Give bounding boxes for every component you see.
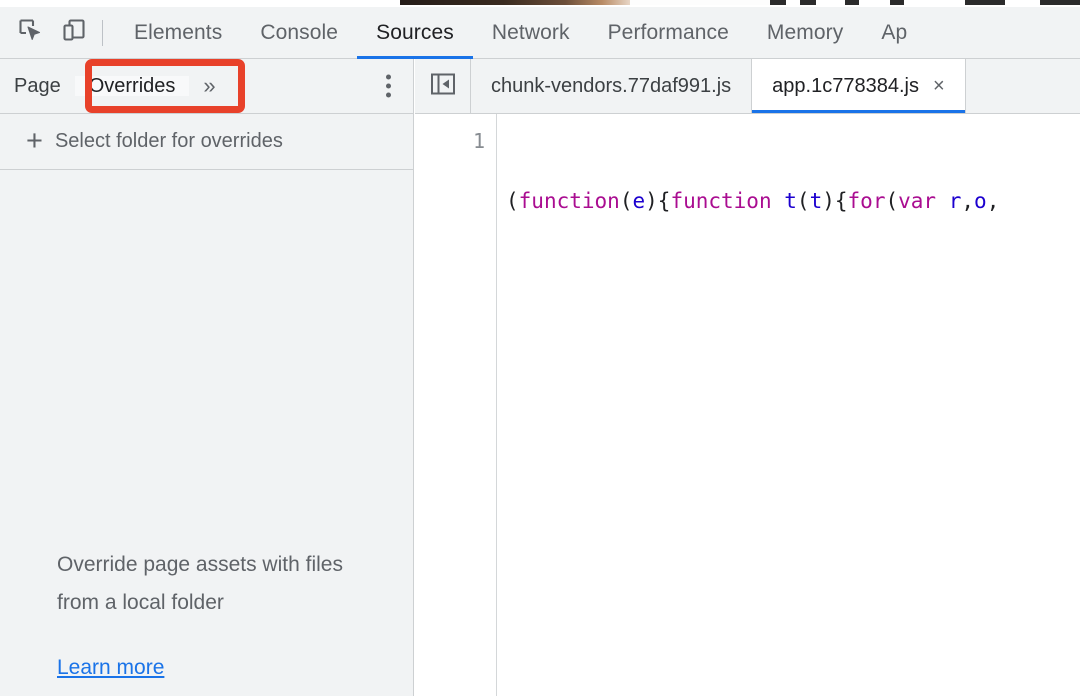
code-content[interactable]: (function(e){function t(t){for(var r,o,: [497, 114, 1080, 696]
code-token: function: [518, 189, 620, 213]
code-token: (: [506, 189, 519, 213]
inspect-cursor-icon: [17, 17, 43, 48]
code-token: {: [834, 189, 848, 213]
show-navigator-icon: [430, 72, 456, 101]
line-number-gutter: 1: [415, 114, 497, 696]
devtools-window: Elements Console Sources Network Perform…: [0, 0, 1080, 696]
code-token: function: [670, 189, 772, 213]
select-folder-label: Select folder for overrides: [54, 130, 283, 152]
tab-label: Performance: [607, 20, 729, 44]
code-token: o: [974, 189, 987, 213]
sidebar-tab-label: Page: [14, 75, 61, 97]
line-number: 1: [472, 129, 485, 153]
code-token: ): [822, 189, 835, 213]
sidebar-tab-page[interactable]: Page: [0, 76, 75, 96]
code-token: ,: [961, 189, 975, 213]
show-navigator-button[interactable]: [415, 59, 471, 113]
page-sliver-block: [770, 0, 786, 5]
editor-tab-label: app.1c778384.js: [772, 74, 919, 97]
toggle-device-toolbar-button[interactable]: [52, 11, 96, 55]
tab-memory[interactable]: Memory: [748, 7, 862, 59]
code-token: ): [645, 189, 658, 213]
sidebar-tab-label: Overrides: [88, 75, 176, 97]
tab-sources[interactable]: Sources: [357, 7, 473, 59]
tab-application[interactable]: Ap: [862, 7, 926, 59]
code-token: {: [657, 189, 671, 213]
plus-icon: +: [26, 125, 43, 157]
code-token: (: [619, 189, 633, 213]
editor-tabstrip: chunk-vendors.77daf991.js app.1c778384.j…: [415, 59, 1080, 114]
empty-state-message: Override page assets with files from a l…: [57, 553, 343, 614]
tab-label: Ap: [881, 20, 908, 44]
more-options-icon[interactable]: [386, 74, 391, 98]
devtools-main-toolbar: Elements Console Sources Network Perform…: [0, 7, 1080, 59]
source-editor-pane: chunk-vendors.77daf991.js app.1c778384.j…: [415, 59, 1080, 696]
code-line-1: (function(e){function t(t){for(var r,o,: [506, 186, 1080, 216]
tab-label: Sources: [376, 20, 454, 44]
inspect-element-button[interactable]: [8, 11, 52, 55]
code-token: var: [898, 189, 937, 213]
page-sliver-block: [800, 0, 816, 5]
page-sliver-blank: [630, 0, 770, 5]
tab-label: Network: [491, 20, 570, 44]
tab-label: Console: [260, 20, 339, 44]
code-token: (: [885, 189, 899, 213]
code-token: for: [847, 189, 886, 213]
page-sliver-image: [400, 0, 630, 5]
tab-performance[interactable]: Performance: [589, 7, 748, 59]
toolbar-divider: [102, 19, 103, 46]
device-toolbar-icon: [61, 17, 87, 48]
navigator-tabstrip: Page Overrides »: [0, 59, 413, 114]
editor-tab-label: chunk-vendors.77daf991.js: [491, 74, 732, 97]
select-folder-for-overrides-button[interactable]: + Select folder for overrides: [0, 114, 413, 170]
code-token: t: [809, 189, 823, 213]
code-token: t: [784, 189, 797, 213]
close-icon[interactable]: ×: [933, 76, 945, 96]
sidebar-tab-overrides[interactable]: Overrides: [74, 75, 190, 97]
editor-tab-chunk-vendors[interactable]: chunk-vendors.77daf991.js: [471, 59, 753, 113]
overrides-empty-state: Override page assets with files from a l…: [0, 171, 413, 696]
page-sliver-block: [965, 0, 1005, 5]
sources-navigator-sidebar: Page Overrides » + Select folder for ove…: [0, 59, 414, 696]
learn-more-link[interactable]: Learn more: [57, 656, 164, 680]
more-tabs-chevron-icon[interactable]: »: [189, 75, 225, 97]
page-sliver-block: [890, 0, 904, 5]
page-sliver-block: [845, 0, 859, 5]
devtools-panel-tabs: Elements Console Sources Network Perform…: [115, 7, 926, 59]
tab-console[interactable]: Console: [241, 7, 357, 59]
code-token: e: [632, 189, 646, 213]
tab-label: Elements: [134, 20, 223, 44]
code-token: r: [948, 189, 962, 213]
tab-network[interactable]: Network: [473, 7, 589, 59]
code-token: ,: [986, 189, 1000, 213]
code-editor[interactable]: 1 (function(e){function t(t){for(var r,o…: [415, 114, 1080, 696]
code-token: (: [796, 189, 810, 213]
editor-tab-app[interactable]: app.1c778384.js ×: [752, 59, 966, 113]
tab-label: Memory: [766, 20, 844, 44]
page-sliver-block: [1040, 0, 1080, 5]
tab-elements[interactable]: Elements: [115, 7, 241, 59]
